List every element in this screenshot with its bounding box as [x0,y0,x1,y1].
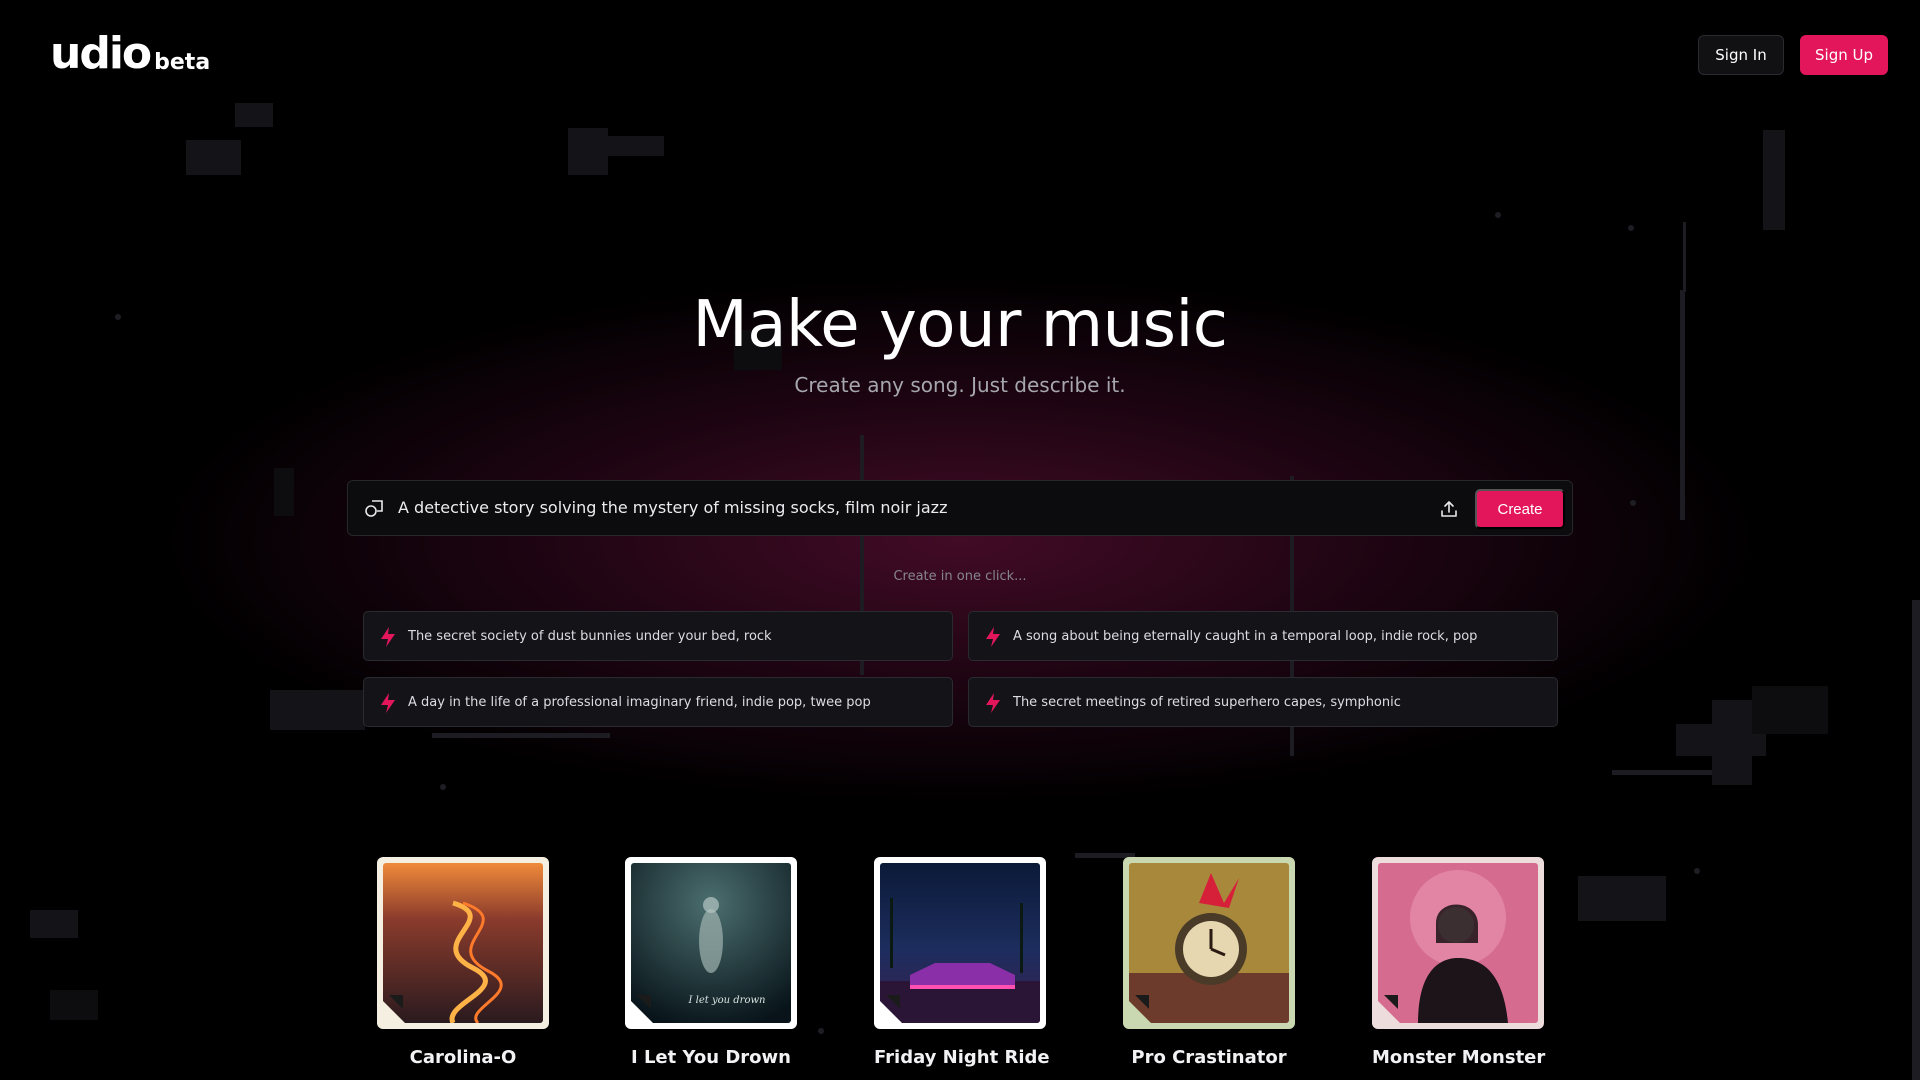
song-title[interactable]: I Let You Drown [625,1047,797,1068]
background-dot [1630,500,1636,506]
one-click-label: Create in one click... [893,569,1027,584]
cover-art [383,863,543,1023]
background-block [235,103,273,127]
logo-wordmark: udio [50,28,152,79]
song-cover[interactable] [1123,857,1295,1029]
prompt-input[interactable]: A detective story solving the mystery of… [398,498,947,517]
background-block [1676,724,1766,756]
suggestion-card[interactable]: The secret society of dust bunnies under… [363,611,953,661]
suggestion-card[interactable]: The secret meetings of retired superhero… [968,677,1558,727]
background-block [1752,686,1828,734]
background-block [568,128,608,175]
suggestion-card[interactable]: A day in the life of a professional imag… [363,677,953,727]
bolt-icon [378,692,398,714]
suggestion-text: A song about being eternally caught in a… [1013,629,1478,644]
sign-up-button[interactable]: Sign Up [1800,35,1888,75]
upload-icon[interactable] [1438,498,1460,520]
song-card[interactable]: Carolina-O [377,857,549,1074]
song-title[interactable]: Monster Monster [1372,1047,1545,1068]
suggestion-text: The secret meetings of retired superhero… [1013,695,1401,710]
song-card[interactable]: I let you drown I Let You Drown [625,857,797,1074]
background-dot [440,784,446,790]
udio-logo[interactable]: udio beta [50,28,211,79]
background-block [1712,700,1752,785]
background-line [1612,770,1712,775]
background-dot [818,1028,824,1034]
page-subtitle: Create any song. Just describe it. [794,373,1126,397]
corner-mark-icon [389,995,403,1009]
background-dot [1495,212,1501,218]
suggestion-text: A day in the life of a professional imag… [408,695,871,710]
song-cover[interactable] [1372,857,1544,1029]
background-block [274,468,294,516]
cover-art [1129,863,1289,1023]
create-button[interactable]: Create [1475,489,1565,529]
background-line [1912,600,1920,1080]
background-block [270,690,365,730]
cover-caption: I let you drown [688,995,766,1006]
corner-mark-icon [637,995,651,1009]
song-cover[interactable] [874,857,1046,1029]
song-cover[interactable]: I let you drown [625,857,797,1029]
background-block [608,136,664,156]
background-block [1763,130,1785,230]
prompt-bar: A detective story solving the mystery of… [347,480,1573,536]
background-line [1683,222,1686,292]
background-line [432,733,610,738]
background-dot [1628,225,1634,231]
song-card[interactable]: Pro Crastinator [1123,857,1295,1074]
cover-art: I let you drown [631,863,791,1023]
bolt-icon [983,692,1003,714]
background-block [50,990,98,1020]
song-card[interactable]: Monster Monster [1372,857,1545,1074]
corner-mark-icon [1135,995,1149,1009]
bolt-icon [378,626,398,648]
bolt-icon [983,626,1003,648]
song-cover[interactable] [377,857,549,1029]
cover-art [1378,863,1538,1023]
song-title[interactable]: Pro Crastinator [1123,1047,1295,1068]
corner-mark-icon [886,995,900,1009]
song-card[interactable]: Friday Night Ride [874,857,1050,1074]
song-title[interactable]: Carolina-O [377,1047,549,1068]
song-title[interactable]: Friday Night Ride [874,1047,1050,1068]
sign-in-button[interactable]: Sign In [1698,35,1784,75]
corner-mark-icon [1384,995,1398,1009]
background-block [30,910,78,938]
background-block [1578,876,1666,921]
logo-beta-badge: beta [154,50,211,75]
suggestion-text: The secret society of dust bunnies under… [408,629,772,644]
suggestion-card[interactable]: A song about being eternally caught in a… [968,611,1558,661]
background-dot [1694,868,1700,874]
background-block [186,140,241,175]
shapes-icon[interactable] [364,499,384,519]
page-title: Make your music [692,288,1228,362]
cover-art [880,863,1040,1023]
